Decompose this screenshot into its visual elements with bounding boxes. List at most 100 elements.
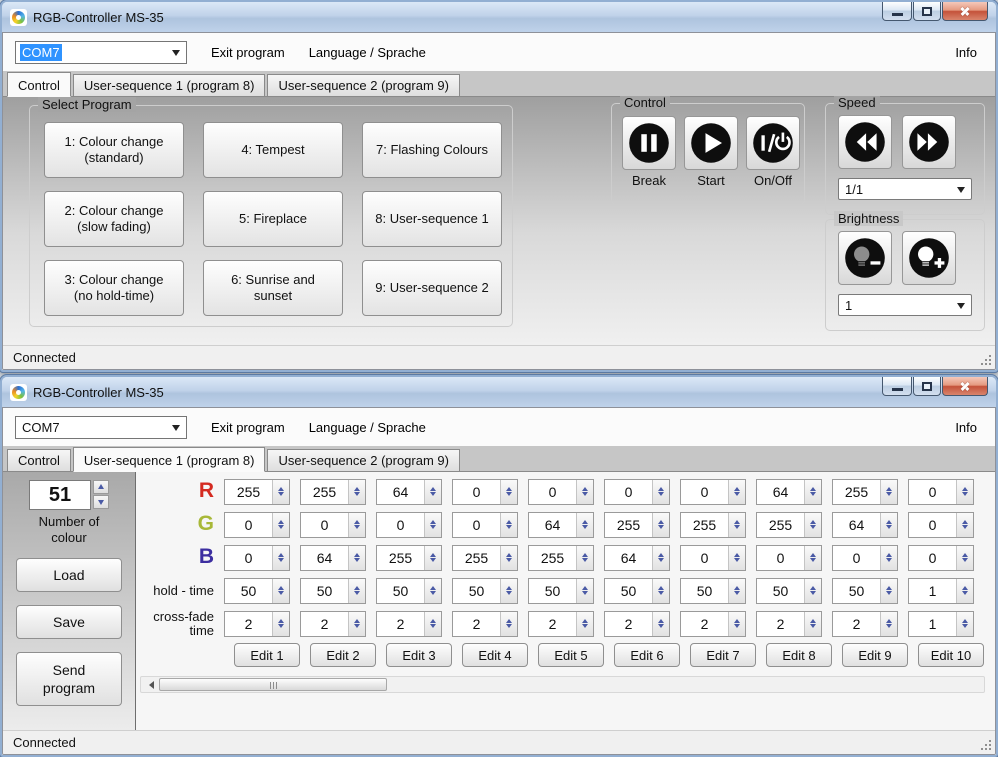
hold-time-spinner[interactable]: 50 [680, 578, 746, 604]
green-value-spinner[interactable]: 0 [452, 512, 518, 538]
edit-button[interactable]: Edit 7 [690, 643, 756, 667]
green-value-spinner[interactable]: 255 [680, 512, 746, 538]
spinner-value[interactable]: 50 [225, 579, 272, 603]
red-value-spinner[interactable]: 0 [452, 479, 518, 505]
spinner-arrows[interactable] [804, 546, 821, 570]
blue-value-spinner[interactable]: 0 [832, 545, 898, 571]
spinner-value[interactable]: 0 [529, 480, 576, 504]
spinner-value[interactable]: 50 [833, 579, 880, 603]
spinner-value[interactable]: 255 [529, 546, 576, 570]
edit-button[interactable]: Edit 6 [614, 643, 680, 667]
red-value-spinner[interactable]: 0 [528, 479, 594, 505]
blue-value-spinner[interactable]: 0 [224, 545, 290, 571]
spinner-arrows[interactable] [576, 579, 593, 603]
blue-value-spinner[interactable]: 0 [756, 545, 822, 571]
menu-language[interactable]: Language / Sprache [309, 45, 426, 60]
cross-fade-spinner[interactable]: 2 [832, 611, 898, 637]
spinner-value[interactable]: 255 [453, 546, 500, 570]
spinner-value[interactable]: 50 [757, 579, 804, 603]
spinner-value[interactable]: 0 [225, 513, 272, 537]
red-value-spinner[interactable]: 255 [224, 479, 290, 505]
spinner-value[interactable]: 255 [605, 513, 652, 537]
hold-time-spinner[interactable]: 50 [376, 578, 442, 604]
spinner-arrows[interactable] [804, 480, 821, 504]
red-value-spinner[interactable]: 64 [756, 479, 822, 505]
spinner-arrows[interactable] [348, 546, 365, 570]
spinner-arrows[interactable] [804, 579, 821, 603]
green-value-spinner[interactable]: 64 [528, 512, 594, 538]
titlebar[interactable]: RGB-Controller MS-35 [2, 377, 996, 407]
resize-grip[interactable] [980, 354, 993, 367]
program-button[interactable]: 2: Colour change (slow fading) [44, 191, 184, 247]
com-port-select[interactable]: COM7 [15, 41, 187, 64]
spinner-arrows[interactable] [956, 612, 973, 636]
hold-time-spinner[interactable]: 50 [604, 578, 670, 604]
spinner-value[interactable]: 255 [225, 480, 272, 504]
spinner-value[interactable]: 1 [909, 612, 956, 636]
spinner-value[interactable]: 2 [377, 612, 424, 636]
menu-exit-program[interactable]: Exit program [211, 45, 285, 60]
spinner-value[interactable]: 2 [529, 612, 576, 636]
spinner-arrows[interactable] [500, 513, 517, 537]
blue-value-spinner[interactable]: 64 [300, 545, 366, 571]
hold-time-spinner[interactable]: 50 [300, 578, 366, 604]
edit-button[interactable]: Edit 1 [234, 643, 300, 667]
spinner-arrows[interactable] [728, 612, 745, 636]
blue-value-spinner[interactable]: 64 [604, 545, 670, 571]
spinner-arrows[interactable] [652, 546, 669, 570]
blue-value-spinner[interactable]: 255 [528, 545, 594, 571]
break-button[interactable] [622, 116, 676, 170]
spinner-value[interactable]: 2 [757, 612, 804, 636]
hold-time-spinner[interactable]: 50 [832, 578, 898, 604]
spinner-arrows[interactable] [880, 513, 897, 537]
tab-control[interactable]: Control [7, 72, 71, 97]
brightness-down-button[interactable] [838, 231, 892, 285]
spinner-arrows[interactable] [348, 612, 365, 636]
menu-language[interactable]: Language / Sprache [309, 420, 426, 435]
maximize-button[interactable] [913, 377, 941, 396]
green-value-spinner[interactable]: 0 [908, 512, 974, 538]
edit-button[interactable]: Edit 9 [842, 643, 908, 667]
hold-time-spinner[interactable]: 50 [756, 578, 822, 604]
spinner-value[interactable]: 2 [833, 612, 880, 636]
spinner-value[interactable]: 255 [377, 546, 424, 570]
program-button[interactable]: 6: Sunrise and sunset [203, 260, 343, 316]
spinner-value[interactable]: 50 [529, 579, 576, 603]
red-value-spinner[interactable]: 0 [680, 479, 746, 505]
com-port-select[interactable]: COM7 [15, 416, 187, 439]
spinner-value[interactable]: 2 [605, 612, 652, 636]
spinner-arrows[interactable] [424, 579, 441, 603]
speed-down-button[interactable] [838, 115, 892, 169]
spinner-value[interactable]: 0 [453, 513, 500, 537]
spinner-value[interactable]: 0 [681, 546, 728, 570]
tab-user-sequence-2[interactable]: User-sequence 2 (program 9) [267, 74, 460, 96]
hold-time-spinner[interactable]: 50 [224, 578, 290, 604]
cross-fade-spinner[interactable]: 2 [604, 611, 670, 637]
spinner-arrows[interactable] [576, 480, 593, 504]
program-button[interactable]: 3: Colour change (no hold-time) [44, 260, 184, 316]
spinner-arrows[interactable] [576, 546, 593, 570]
spinner-arrows[interactable] [956, 579, 973, 603]
spinner-arrows[interactable] [880, 612, 897, 636]
horizontal-scrollbar[interactable] [140, 676, 985, 693]
spinner-arrows[interactable] [348, 579, 365, 603]
spinner-arrows[interactable] [804, 513, 821, 537]
cross-fade-spinner[interactable]: 2 [300, 611, 366, 637]
spinner-arrows[interactable] [348, 480, 365, 504]
edit-button[interactable]: Edit 5 [538, 643, 604, 667]
minimize-button[interactable] [882, 2, 912, 21]
green-value-spinner[interactable]: 0 [300, 512, 366, 538]
spinner-arrows[interactable] [424, 513, 441, 537]
cross-fade-spinner[interactable]: 2 [224, 611, 290, 637]
cross-fade-spinner[interactable]: 2 [528, 611, 594, 637]
spinner-value[interactable]: 0 [681, 480, 728, 504]
cross-fade-spinner[interactable]: 1 [908, 611, 974, 637]
cross-fade-spinner[interactable]: 2 [376, 611, 442, 637]
tab-user-sequence-1[interactable]: User-sequence 1 (program 8) [73, 447, 266, 472]
spinner-value[interactable]: 0 [301, 513, 348, 537]
spinner-arrows[interactable] [728, 513, 745, 537]
program-button[interactable]: 8: User-sequence 1 [362, 191, 502, 247]
spinner-arrows[interactable] [500, 480, 517, 504]
spinner-value[interactable]: 255 [301, 480, 348, 504]
speed-select[interactable]: 1/1 [838, 178, 972, 200]
